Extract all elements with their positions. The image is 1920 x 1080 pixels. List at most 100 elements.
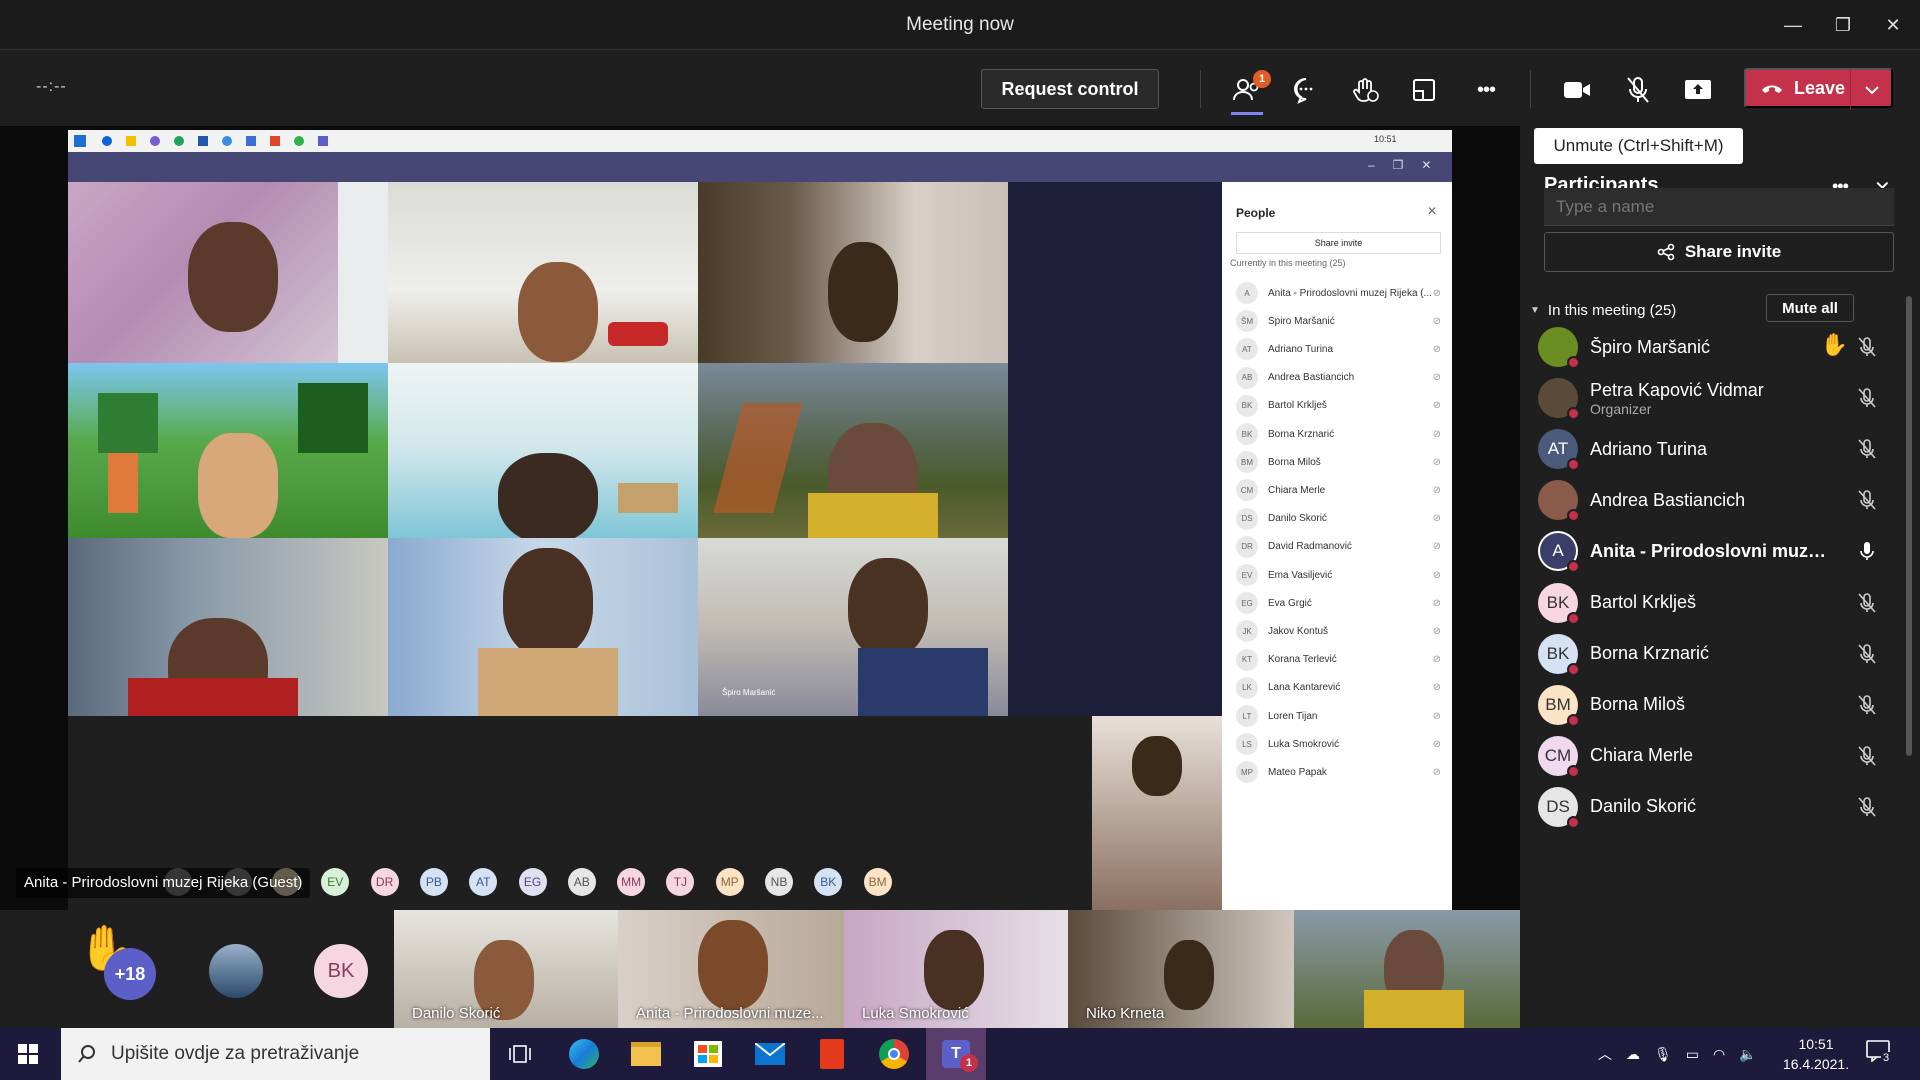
mic-muted-icon[interactable]	[1856, 438, 1878, 460]
mic-muted-icon: ⊘	[1432, 682, 1441, 694]
task-view-button[interactable]	[502, 1036, 538, 1072]
meeting-timer: --:--	[36, 78, 67, 95]
participant-row[interactable]: Špiro Maršanić ✋	[1538, 318, 1900, 376]
mic-muted-icon[interactable]	[1856, 745, 1878, 767]
presence-busy-icon	[1567, 509, 1580, 523]
mail-button[interactable]	[752, 1036, 788, 1072]
video-tile	[1092, 716, 1222, 910]
avatar: KT	[1236, 648, 1258, 671]
participant-row[interactable]: DS Danilo Skorić	[1538, 778, 1900, 836]
clock[interactable]: 10:51 16.4.2021.	[1776, 1034, 1856, 1074]
close-window-button[interactable]: ✕	[1870, 8, 1916, 42]
video-tile	[388, 363, 698, 538]
chevron-up-icon[interactable]: ︿	[1598, 1044, 1612, 1064]
avatar	[1538, 327, 1580, 369]
mic-muted-icon: ⊘	[1432, 654, 1441, 666]
participant-row[interactable]: A Anita - Prirodoslovni muzej ...	[1538, 522, 1900, 580]
rooms-button[interactable]	[1402, 70, 1446, 110]
avatar: MM	[617, 868, 646, 896]
participants-badge: 1	[1253, 70, 1271, 88]
window-title: Meeting now	[906, 14, 1014, 35]
participant-row[interactable]: BM Borna Miloš	[1538, 676, 1900, 734]
mic-muted-icon[interactable]	[1856, 694, 1878, 716]
minimize-button[interactable]: —	[1770, 8, 1816, 42]
mic-muted-icon[interactable]	[1856, 592, 1878, 614]
shared-section-label: Currently in this meeting (25)	[1230, 258, 1346, 268]
mic-muted-icon[interactable]	[1856, 387, 1878, 409]
start-button[interactable]	[18, 1044, 38, 1069]
volume-icon[interactable]: 🔈	[1739, 1046, 1756, 1063]
wifi-icon[interactable]: ◠	[1713, 1046, 1725, 1063]
meeting-toolbar: --:-- Request control 1 ••• Leave	[0, 50, 1920, 126]
shared-screen-taskbar: 10:51	[68, 130, 1452, 152]
avatar: LK	[1236, 676, 1258, 699]
video-thumbnail[interactable]: Danilo Skorić	[394, 910, 618, 1028]
store-button[interactable]	[690, 1036, 726, 1072]
mic-muted-icon[interactable]	[1856, 796, 1878, 818]
shared-people-name: Špiro Maršanić	[1268, 315, 1335, 327]
video-thumbnail[interactable]: Anita - Prirodoslovni muze...	[618, 910, 844, 1028]
participant-row[interactable]: CM Chiara Merle	[1538, 727, 1900, 785]
mic-muted-icon: ⊘	[1432, 400, 1441, 412]
cloud-icon[interactable]: ☁	[1626, 1046, 1640, 1063]
teams-button[interactable]: T 1	[926, 1028, 986, 1080]
file-explorer-button[interactable]	[628, 1036, 664, 1072]
video-thumbnail[interactable]	[1294, 910, 1520, 1028]
avatar: BK	[1538, 582, 1580, 625]
windows-icon	[18, 1044, 38, 1064]
maximize-button[interactable]: ❐	[1820, 8, 1866, 42]
participant-row[interactable]: AT Adriano Turina	[1538, 420, 1900, 478]
mic-muted-icon[interactable]	[1856, 336, 1878, 358]
video-tile-label: Špiro Maršanić	[722, 688, 776, 697]
video-thumbnail-label: Niko Krneta	[1086, 1005, 1165, 1022]
mic-button[interactable]	[1616, 70, 1660, 110]
avatar: BK	[1236, 423, 1258, 445]
mic-muted-icon[interactable]	[1856, 489, 1878, 511]
mic-muted-icon: ⊘	[1432, 569, 1441, 581]
leave-button[interactable]: Leave	[1744, 68, 1893, 110]
avatar: EV	[1236, 564, 1258, 586]
mic-muted-icon[interactable]	[1856, 643, 1878, 665]
chat-button[interactable]	[1284, 70, 1328, 110]
camera-button[interactable]	[1555, 70, 1599, 110]
avatar: CM	[1538, 735, 1580, 778]
avatar: AT	[469, 868, 498, 896]
microphone-icon[interactable]: 🎙	[1654, 1046, 1672, 1063]
mic-muted-icon: ⊘	[1432, 315, 1441, 327]
avatar[interactable]: BK	[314, 944, 368, 998]
taskbar-search[interactable]: Upišite ovdje za pretraživanje	[61, 1028, 490, 1080]
participant-name: Borna Krznarić	[1590, 643, 1710, 664]
participants-button[interactable]: 1	[1225, 70, 1271, 115]
participant-row[interactable]: Andrea Bastiancich	[1538, 471, 1900, 529]
notifications-button[interactable]: 3	[1866, 1040, 1896, 1068]
participant-row[interactable]: BK Bartol Krklješ	[1538, 574, 1900, 632]
request-control-button[interactable]: Request control	[981, 69, 1159, 109]
avatar: DS	[1538, 786, 1580, 829]
avatar[interactable]	[209, 944, 263, 998]
participant-row[interactable]: BK Borna Krznarić	[1538, 625, 1900, 683]
overflow-participants[interactable]: +18	[104, 948, 156, 1000]
mic-icon[interactable]	[1856, 540, 1878, 562]
video-tile: Špiro Maršanić	[698, 538, 1008, 716]
video-tile	[388, 538, 698, 716]
edge-button[interactable]	[566, 1036, 602, 1072]
office-button[interactable]	[814, 1036, 850, 1072]
avatar: BM	[863, 868, 892, 896]
battery-icon[interactable]: ▭	[1686, 1046, 1699, 1063]
more-actions-button[interactable]: •••	[1464, 70, 1508, 110]
mic-muted-icon: ⊘	[1432, 372, 1441, 384]
participant-search-input[interactable]	[1544, 188, 1894, 226]
presence-busy-icon	[1567, 764, 1580, 778]
in-meeting-section[interactable]: ▼ In this meeting (25)	[1530, 302, 1676, 319]
mic-muted-icon: ⊘	[1432, 541, 1441, 553]
chevron-down-icon: ▼	[1530, 305, 1540, 316]
share-invite-button[interactable]: Share invite	[1544, 232, 1894, 272]
share-screen-button[interactable]	[1676, 70, 1720, 110]
chevron-down-icon[interactable]	[1864, 84, 1880, 96]
reactions-button[interactable]	[1343, 70, 1387, 110]
participants-scrollbar[interactable]	[1906, 296, 1912, 756]
chrome-button[interactable]	[876, 1036, 912, 1072]
participant-row[interactable]: Petra Kapović Vidmar Organizer	[1538, 369, 1900, 427]
video-thumbnail[interactable]: Luka Smokrović	[844, 910, 1068, 1028]
video-thumbnail[interactable]: Niko Krneta	[1068, 910, 1294, 1028]
